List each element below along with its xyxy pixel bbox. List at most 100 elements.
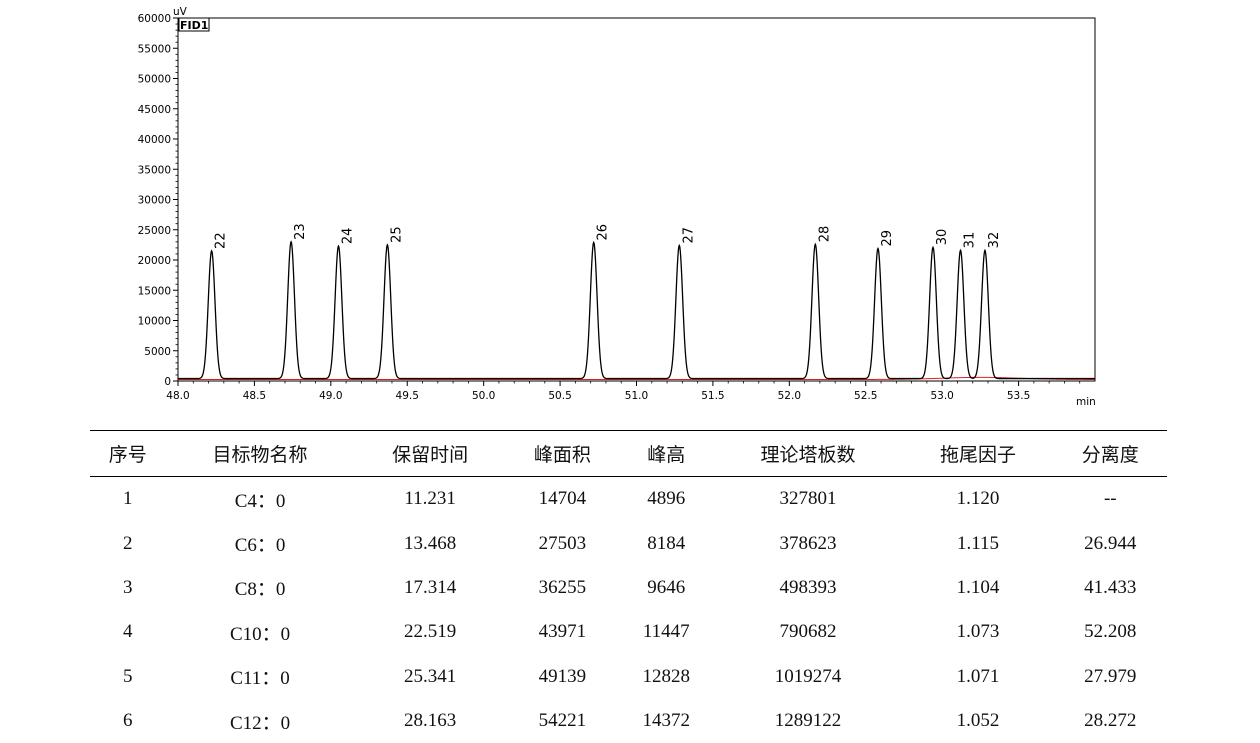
x-tick-label: 48.0	[166, 390, 189, 402]
y-tick-label: 60000	[138, 13, 171, 25]
cell-peak-area: 54221	[538, 710, 587, 732]
peak-label: 27	[681, 227, 696, 244]
cell-peak-area: 27503	[538, 532, 587, 554]
x-tick-label: 52.0	[778, 390, 801, 402]
table-row: 3 C8：0 17.314 36255 9646 498393 1.104 41…	[90, 566, 1167, 610]
x-tick-label: 52.5	[854, 390, 877, 402]
cell-resolution: 28.272	[1084, 710, 1137, 732]
peak-label: 23	[293, 223, 308, 240]
cell-theoretical-plates: 790682	[779, 621, 837, 643]
y-tick-label: 15000	[138, 285, 171, 297]
cell-peak-height: 14372	[642, 710, 691, 732]
cell-theoretical-plates: 1289122	[774, 710, 842, 732]
cell-resolution: 52.208	[1084, 621, 1137, 643]
cell-tailing-factor: 1.052	[956, 710, 1000, 732]
table-row: 4 C10：0 22.519 43971 11447 790682 1.073 …	[90, 610, 1167, 654]
table-row: 6 C12：0 28.163 54221 14372 1289122 1.052…	[90, 699, 1167, 743]
x-tick-label: 50.5	[548, 390, 571, 402]
cell-index: 3	[123, 576, 133, 598]
y-tick-label: 50000	[138, 74, 171, 86]
cell-theoretical-plates: 378623	[779, 532, 837, 554]
peak-label: 26	[596, 224, 611, 241]
peak-label: 31	[963, 232, 978, 249]
y-tick-label: 55000	[138, 43, 171, 55]
x-tick-label: 51.0	[625, 390, 648, 402]
peak-label: 22	[214, 232, 229, 249]
cell-retention-time: 11.231	[404, 488, 456, 510]
cell-retention-time: 13.468	[403, 532, 457, 554]
x-tick-label: 51.5	[701, 390, 724, 402]
cell-index: 1	[123, 488, 133, 510]
cell-peak-area: 14704	[538, 488, 587, 510]
cell-theoretical-plates: 327801	[779, 488, 837, 510]
cell-index: 6	[123, 710, 133, 732]
x-tick-label: 53.0	[930, 390, 953, 402]
cell-index: 2	[123, 532, 133, 554]
header-tailing-factor: 拖尾因子	[902, 430, 1054, 477]
cell-tailing-factor: 1.104	[956, 576, 1000, 598]
cell-tailing-factor: 1.073	[956, 621, 1000, 643]
cell-tailing-factor: 1.071	[956, 665, 1000, 687]
y-tick-label: 0	[164, 376, 171, 388]
table-row: 5 C11：0 25.341 49139 12828 1019274 1.071…	[90, 655, 1167, 699]
cell-compound-name: C11：0	[230, 668, 290, 690]
legend-label: FID1	[180, 19, 208, 32]
cell-theoretical-plates: 498393	[779, 576, 837, 598]
cell-peak-area: 49139	[538, 665, 587, 687]
y-unit-label: uV	[173, 6, 188, 18]
cell-peak-height: 9646	[647, 576, 686, 598]
peak-label: 28	[817, 226, 832, 243]
cell-retention-time: 25.341	[403, 665, 457, 687]
y-tick-label: 35000	[138, 164, 171, 176]
cell-resolution: 26.944	[1084, 532, 1137, 554]
peak-label: 29	[880, 230, 895, 247]
chromatogram-chart: 0 5000 10000 15000 20000 25000 30000 35000 40000…	[138, 6, 1096, 408]
cell-tailing-factor: 1.115	[957, 532, 1000, 554]
x-tick-label: 53.5	[1007, 390, 1030, 402]
cell-resolution: 41.433	[1084, 576, 1137, 598]
cell-peak-height: 11447	[642, 621, 690, 643]
cell-index: 4	[123, 621, 133, 643]
cell-retention-time: 28.163	[403, 710, 457, 732]
cell-theoretical-plates: 1019274	[774, 665, 842, 687]
header-index: 序号	[90, 430, 166, 477]
cell-compound-name: C10：0	[229, 623, 291, 645]
plot-frame	[177, 17, 1096, 382]
y-tick-label: 25000	[138, 225, 171, 237]
cell-peak-area: 36255	[538, 576, 587, 598]
cell-index: 5	[123, 665, 133, 687]
peak-label: 32	[987, 232, 1002, 249]
cell-compound-name: C4：0	[234, 490, 286, 512]
header-peak-area: 峰面积	[505, 430, 620, 477]
cell-retention-time: 22.519	[403, 621, 457, 643]
cell-resolution: 27.979	[1084, 665, 1137, 687]
cell-peak-height: 4896	[647, 488, 686, 510]
cell-peak-area: 43971	[538, 621, 587, 643]
x-tick-label: 50.0	[472, 390, 495, 402]
cell-compound-name: C12：0	[229, 712, 291, 734]
header-peak-height: 峰高	[619, 430, 714, 477]
x-tick-label: 48.5	[243, 390, 266, 402]
y-tick-label: 10000	[138, 316, 171, 328]
header-retention-time: 保留时间	[354, 430, 506, 477]
table-row: 1 C4：0 11.231 14704 4896 327801 1.120 --	[90, 477, 1167, 522]
x-unit-label: min	[1076, 396, 1096, 408]
peak-label: 24	[340, 228, 355, 245]
y-tick-label: 5000	[144, 346, 171, 358]
peak-label: 30	[935, 229, 950, 246]
cell-compound-name: C6：0	[234, 535, 286, 557]
header-theoretical-plates: 理论塔板数	[713, 430, 903, 477]
table-row: 2 C6：0 13.468 27503 8184 378623 1.115 26…	[90, 521, 1167, 565]
cell-compound-name: C8：0	[234, 579, 286, 601]
table-header-row: 序号 目标物名称 保留时间 峰面积 峰高 理论塔板数 拖尾因子 分离度	[90, 430, 1167, 477]
header-compound-name: 目标物名称	[165, 430, 355, 477]
x-tick-label: 49.0	[319, 390, 342, 402]
cell-peak-height: 8184	[647, 532, 686, 554]
header-resolution: 分离度	[1053, 430, 1167, 477]
y-tick-label: 30000	[138, 195, 171, 207]
x-tick-label: 49.5	[396, 390, 419, 402]
cell-retention-time: 17.314	[403, 576, 457, 598]
cell-peak-height: 12828	[642, 665, 691, 687]
cell-resolution: --	[1103, 488, 1117, 510]
cell-tailing-factor: 1.120	[956, 488, 1000, 510]
